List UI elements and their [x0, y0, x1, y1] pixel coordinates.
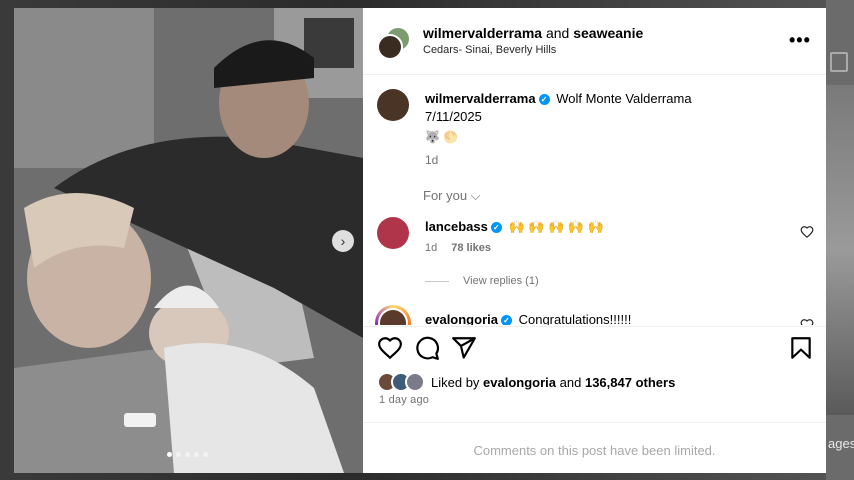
- post-modal: › wilmervalderrama and seaweanie Cedars-…: [14, 8, 826, 473]
- avatar: [405, 372, 425, 392]
- verified-icon: ✓: [490, 222, 502, 234]
- avatar[interactable]: [377, 217, 409, 249]
- comments-scroll[interactable]: wilmervalderrama ✓ Wolf Monte Valderrama …: [363, 75, 826, 325]
- caption-line: wilmervalderrama ✓ Wolf Monte Valderrama: [425, 91, 692, 106]
- post-photo[interactable]: ›: [14, 8, 363, 473]
- carousel-dot: [185, 452, 190, 457]
- comment-line: lancebass ✓ 🙌 🙌 🙌 🙌 🙌: [425, 219, 604, 235]
- heart-icon[interactable]: [800, 225, 814, 239]
- caption-date: 7/11/2025: [425, 109, 482, 124]
- author-link[interactable]: wilmervalderrama: [423, 25, 542, 41]
- collab-avatars[interactable]: [377, 26, 411, 60]
- comment-username[interactable]: evalongoria: [425, 312, 498, 325]
- comments-limited-notice: Comments on this post have been limited.: [473, 443, 716, 458]
- carousel-dot: [203, 452, 208, 457]
- likes-count-link[interactable]: 136,847 others: [585, 375, 675, 390]
- comment-meta: 1d 78 likes: [425, 242, 491, 254]
- carousel-indicator: [167, 452, 208, 457]
- post-panel: wilmervalderrama and seaweanie Cedars- S…: [363, 8, 826, 473]
- carousel-dot: [194, 452, 199, 457]
- background-icon: [830, 52, 848, 72]
- comment-sort-dropdown[interactable]: For you ⌵: [423, 188, 481, 204]
- avatar: [377, 34, 403, 60]
- carousel-dot: [167, 452, 172, 457]
- comment-time: 1d: [425, 242, 438, 254]
- verified-icon: ✓: [500, 315, 512, 325]
- comment-text: 🙌 🙌 🙌 🙌 🙌: [508, 219, 604, 234]
- background-feed: [826, 0, 854, 480]
- caption-username[interactable]: wilmervalderrama: [425, 91, 536, 106]
- view-replies-link[interactable]: View replies (1): [425, 275, 539, 287]
- likes-summary: Liked by evalongoria and 136,847 others: [377, 372, 675, 392]
- carousel-dot: [176, 452, 181, 457]
- verified-icon: ✓: [538, 94, 550, 106]
- likes-joiner: and: [559, 374, 582, 390]
- more-icon[interactable]: •••: [789, 30, 811, 51]
- post-timestamp[interactable]: 1 day ago: [379, 394, 429, 406]
- background-image: [826, 85, 854, 415]
- view-replies-label: View replies (1): [463, 275, 539, 287]
- replies-divider: [425, 280, 449, 282]
- share-icon[interactable]: [451, 335, 477, 361]
- avatar[interactable]: [375, 305, 411, 325]
- photo-illustration: [14, 8, 363, 473]
- likes-prefix: Liked by: [431, 374, 480, 390]
- comment-likes[interactable]: 78 likes: [451, 242, 491, 254]
- post-authors: wilmervalderrama and seaweanie: [423, 25, 643, 41]
- likes-text: Liked by evalongoria and 136,847 others: [431, 375, 675, 390]
- location-link[interactable]: Cedars- Sinai, Beverly Hills: [423, 44, 556, 56]
- comment-username[interactable]: lancebass: [425, 219, 488, 234]
- avatar[interactable]: [377, 89, 409, 121]
- comment-line: evalongoria ✓ Congratulations!!!!!!: [425, 312, 631, 325]
- heart-icon[interactable]: [377, 335, 403, 361]
- author-link[interactable]: seaweanie: [573, 25, 643, 41]
- heart-icon[interactable]: [800, 318, 814, 325]
- caption-time: 1d: [425, 153, 439, 167]
- background-text: ages: [828, 436, 854, 451]
- author-joiner: and: [545, 25, 570, 41]
- chevron-right-icon: ›: [340, 233, 346, 249]
- comment-footer: Comments on this post have been limited.: [363, 422, 826, 474]
- bookmark-icon[interactable]: [788, 335, 814, 361]
- caption-emoji: 🐺 🌕: [425, 130, 459, 144]
- caption-text: Wolf Monte Valderrama: [556, 91, 692, 106]
- next-photo-button[interactable]: ›: [332, 230, 354, 252]
- post-header: wilmervalderrama and seaweanie Cedars- S…: [363, 8, 826, 75]
- comment-text: Congratulations!!!!!!: [518, 312, 632, 325]
- likes-user-link[interactable]: evalongoria: [483, 375, 556, 390]
- comment-icon[interactable]: [414, 335, 440, 361]
- action-bar: [363, 326, 826, 371]
